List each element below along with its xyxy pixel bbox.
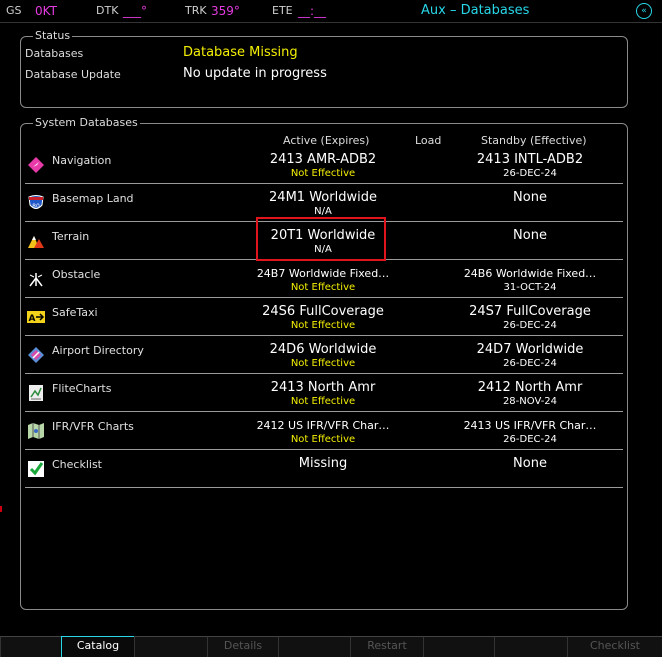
standby-version: None [513, 456, 547, 471]
dtk-label: DTK [96, 4, 119, 17]
db-name: FliteCharts [52, 382, 112, 395]
softkey-blank-4[interactable] [423, 636, 494, 657]
terrain-icon [28, 236, 44, 248]
system-databases-panel: System Databases Active (Expires) Load S… [20, 116, 628, 610]
softkey-blank-5[interactable] [494, 636, 567, 657]
ifr-vfr-charts-icon [28, 423, 44, 439]
db-row-ifr-vfr-charts[interactable]: IFR/VFR Charts 2412 US IFR/VFR Char… Not… [25, 412, 623, 450]
checklist-icon [28, 461, 44, 477]
databases-label: Databases [25, 47, 84, 60]
db-name: Basemap Land [52, 192, 134, 205]
trk-label: TRK [185, 4, 207, 17]
obstacle-icon [29, 273, 43, 287]
edge-marker [0, 506, 2, 512]
standby-version: 2413 INTL-ADB2 [476, 152, 584, 167]
system-databases-legend: System Databases [33, 116, 140, 129]
standby-version: None [513, 190, 547, 205]
active-expires: Not Effective [290, 396, 356, 407]
active-version: 24S6 FullCoverage [262, 304, 384, 319]
status-legend: Status [33, 29, 73, 42]
active-expires: Not Effective [290, 168, 356, 179]
standby-version: 2412 North Amr [477, 380, 583, 395]
home-icon[interactable]: « [636, 3, 652, 19]
dtk-value: ___° [123, 4, 147, 18]
interstate-shield-icon: 80 [28, 195, 44, 210]
db-row-safetaxi[interactable]: A SafeTaxi 24S6 FullCoverage Not Effecti… [25, 298, 623, 336]
softkey-catalog[interactable]: Catalog [61, 636, 135, 657]
top-status-bar: GS 0KT DTK ___° TRK 359° ETE __:__ Aux –… [0, 0, 662, 23]
db-name: Obstacle [52, 268, 101, 281]
standby-version: None [513, 228, 547, 243]
db-row-flitecharts[interactable]: FliteCharts 2413 North Amr Not Effective… [25, 374, 623, 412]
gs-value: 0KT [35, 4, 57, 18]
softkey-bar: Catalog Details Restart Checklist [0, 636, 662, 657]
softkey-restart[interactable]: Restart [350, 636, 423, 657]
svg-text:A: A [29, 314, 36, 324]
db-name: Navigation [52, 154, 112, 167]
db-name: SafeTaxi [52, 306, 98, 319]
standby-version: 24S7 FullCoverage [469, 304, 591, 319]
standby-effective: 26-DEC-24 [503, 434, 557, 445]
db-name: Airport Directory [52, 344, 144, 357]
standby-effective: 28-NOV-24 [502, 396, 558, 407]
svg-text:80: 80 [32, 203, 40, 210]
navigation-icon [28, 157, 44, 173]
db-row-checklist[interactable]: Checklist Missing None [25, 450, 623, 488]
db-name: Terrain [52, 230, 90, 243]
db-row-airport-directory[interactable]: Airport Directory 24D6 Worldwide Not Eff… [25, 336, 623, 374]
database-update-value: No update in progress [183, 66, 327, 81]
standby-version: 24B6 Worldwide Fixed… [463, 267, 597, 280]
active-version: 2413 AMR-ADB2 [269, 152, 377, 167]
standby-effective: 26-DEC-24 [503, 168, 557, 179]
standby-effective: 31-OCT-24 [503, 282, 557, 293]
standby-version: 24D7 Worldwide [476, 342, 584, 357]
standby-effective: 26-DEC-24 [503, 320, 557, 331]
airport-directory-icon [28, 347, 44, 363]
status-panel: Status Databases Database Missing Databa… [20, 29, 628, 108]
ete-label: ETE [272, 4, 293, 17]
gs-label: GS [6, 4, 22, 17]
standby-version: 2413 US IFR/VFR Char… [463, 419, 597, 432]
ete-value: __:__ [298, 4, 327, 18]
standby-effective: 26-DEC-24 [503, 358, 557, 369]
active-version: 24B7 Worldwide Fixed… [256, 267, 390, 280]
softkey-checklist[interactable]: Checklist [567, 636, 662, 657]
db-row-navigation[interactable]: Navigation 2413 AMR-ADB2 Not Effective 2… [25, 146, 623, 184]
active-version: 2413 North Amr [270, 380, 376, 395]
softkey-blank-2[interactable] [134, 636, 207, 657]
softkey-blank-1[interactable] [0, 636, 61, 657]
softkey-blank-3[interactable] [278, 636, 350, 657]
db-name: Checklist [52, 458, 102, 471]
active-version: 24M1 Worldwide [269, 190, 377, 205]
active-expires: Not Effective [290, 320, 356, 331]
softkey-details[interactable]: Details [207, 636, 278, 657]
active-version: Missing [298, 456, 348, 471]
flitecharts-icon [29, 385, 43, 401]
active-expires: Not Effective [290, 282, 356, 293]
active-expires: Not Effective [290, 358, 356, 369]
safetaxi-icon: A [27, 311, 45, 324]
db-row-obstacle[interactable]: Obstacle 24B7 Worldwide Fixed… Not Effec… [25, 260, 623, 298]
active-version: 24D6 Worldwide [269, 342, 377, 357]
db-name: IFR/VFR Charts [52, 420, 134, 433]
active-expires: Not Effective [290, 434, 356, 445]
databases-status-value: Database Missing [183, 45, 298, 60]
active-version: 2412 US IFR/VFR Char… [256, 419, 390, 432]
highlight-box [256, 217, 386, 261]
page-title: Aux – Databases [421, 3, 530, 18]
trk-value: 359° [211, 4, 240, 18]
database-update-label: Database Update [25, 68, 121, 81]
